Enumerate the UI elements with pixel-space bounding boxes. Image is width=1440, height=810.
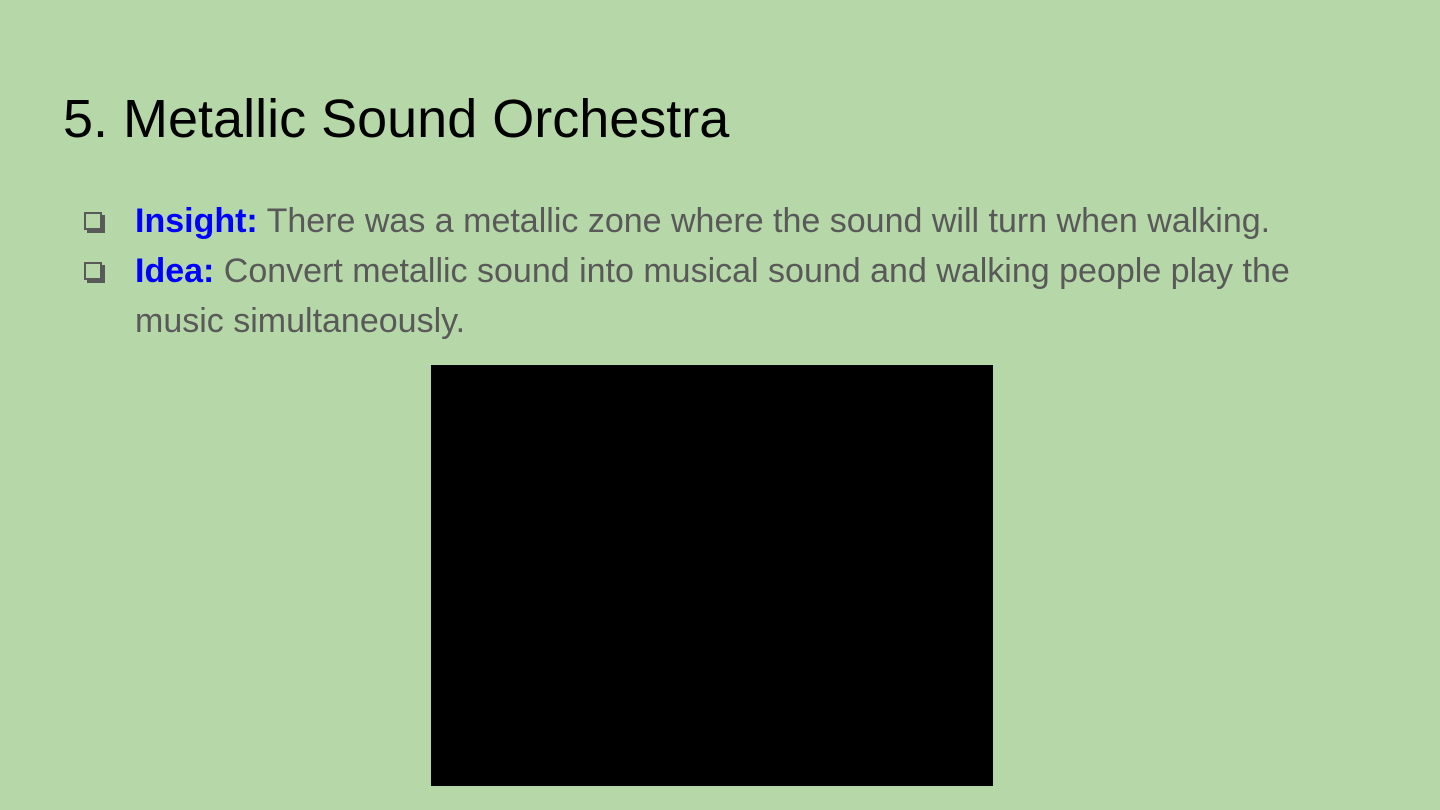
slide-title: 5. Metallic Sound Orchestra: [63, 89, 730, 149]
black-media-block: [431, 365, 993, 786]
slide: 5. Metallic Sound Orchestra Insight: The…: [0, 0, 1440, 810]
idea-text: Convert metallic sound into musical soun…: [135, 252, 1290, 340]
bullet-idea: Idea: Convert metallic sound into musica…: [84, 246, 1384, 346]
insight-label: Insight:: [135, 202, 258, 240]
bullet-list: Insight: There was a metallic zone where…: [84, 196, 1384, 346]
idea-label: Idea:: [135, 252, 215, 290]
checkbox-icon: [84, 212, 102, 230]
insight-text: There was a metallic zone where the soun…: [257, 202, 1271, 240]
checkbox-icon: [84, 262, 102, 280]
bullet-insight: Insight: There was a metallic zone where…: [84, 196, 1384, 246]
